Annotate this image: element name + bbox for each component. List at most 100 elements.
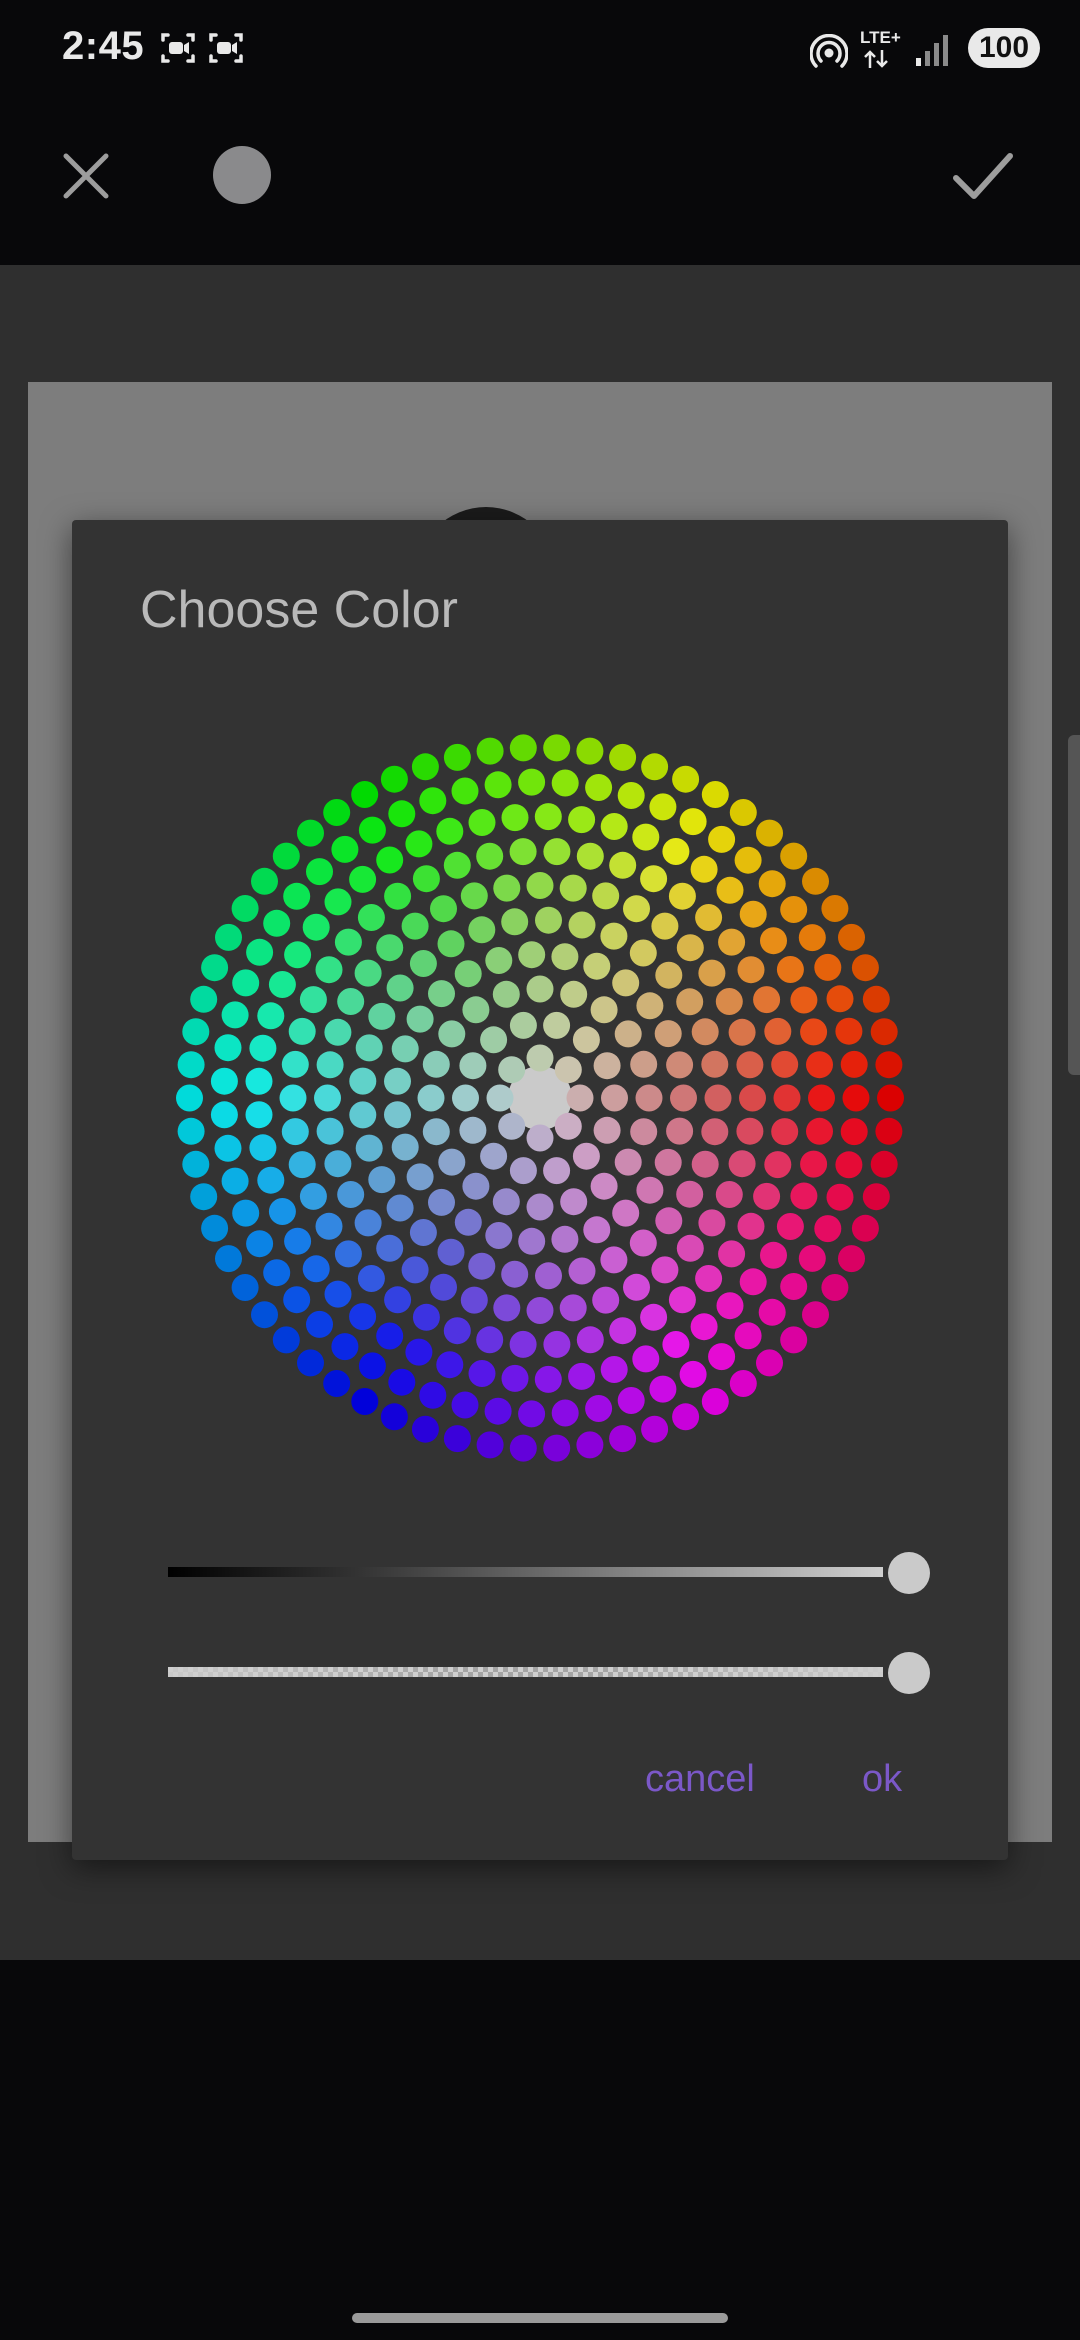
color-wheel[interactable] [152, 710, 928, 1486]
color-wheel-dot[interactable] [509, 1330, 537, 1358]
color-wheel-dot[interactable] [386, 974, 414, 1002]
color-wheel-dot[interactable] [593, 1116, 621, 1144]
color-wheel-dot[interactable] [316, 1051, 344, 1079]
color-wheel-dot[interactable] [649, 793, 677, 821]
color-wheel-dot[interactable] [201, 1214, 229, 1242]
color-wheel-dot[interactable] [409, 1219, 437, 1246]
color-wheel-dot[interactable] [409, 950, 437, 977]
color-wheel-dot[interactable] [272, 842, 300, 870]
color-wheel-dot[interactable] [676, 1180, 704, 1208]
color-wheel-dot[interactable] [543, 1434, 571, 1462]
color-wheel-dot[interactable] [756, 819, 783, 847]
color-wheel-dot[interactable] [299, 986, 327, 1014]
color-wheel-dot[interactable] [215, 923, 242, 951]
color-wheel-dot[interactable] [419, 787, 447, 815]
color-wheel-dot[interactable] [354, 959, 382, 987]
color-wheel-dot[interactable] [534, 803, 562, 831]
color-wheel-dot[interactable] [655, 961, 683, 989]
color-wheel-dot[interactable] [501, 1260, 529, 1288]
color-wheel-dot[interactable] [875, 1117, 903, 1145]
color-wheel-dot[interactable] [443, 1317, 471, 1345]
color-wheel-dot[interactable] [492, 1188, 520, 1216]
color-wheel-dot[interactable] [315, 956, 343, 984]
color-wheel-dot[interactable] [704, 1084, 732, 1112]
color-wheel-dot[interactable] [654, 1020, 682, 1048]
color-wheel-dot[interactable] [629, 939, 657, 967]
color-wheel-dot[interactable] [210, 1101, 238, 1129]
color-wheel-dot[interactable] [676, 1234, 704, 1262]
color-wheel-dot[interactable] [559, 874, 587, 902]
color-wheel-dot[interactable] [568, 1257, 596, 1285]
color-wheel-dot[interactable] [632, 823, 660, 851]
color-wheel-dot[interactable] [501, 1364, 529, 1392]
color-wheel-dot[interactable] [734, 846, 762, 874]
color-wheel-dot[interactable] [246, 938, 274, 966]
color-wheel-dot[interactable] [246, 1230, 274, 1258]
color-wheel-dot[interactable] [288, 1151, 316, 1179]
color-wheel-dot[interactable] [214, 1034, 242, 1062]
color-wheel-dot[interactable] [355, 1034, 383, 1062]
color-wheel-dot[interactable] [764, 1151, 792, 1179]
color-wheel-dot[interactable] [249, 1134, 277, 1162]
color-wheel-dot[interactable] [501, 908, 529, 936]
color-wheel-dot[interactable] [583, 1216, 611, 1244]
color-wheel-dot[interactable] [609, 851, 637, 879]
color-wheel-dot[interactable] [662, 838, 690, 865]
color-wheel-dot[interactable] [182, 1018, 210, 1046]
color-wheel-dot[interactable] [201, 954, 229, 982]
color-wheel-dot[interactable] [838, 1245, 865, 1273]
color-wheel-dot[interactable] [460, 882, 488, 910]
color-wheel-dot[interactable] [635, 1084, 663, 1112]
color-wheel-dot[interactable] [430, 895, 457, 923]
color-wheel-dot[interactable] [551, 1225, 579, 1253]
color-wheel-dot[interactable] [668, 882, 696, 910]
color-wheel-dot[interactable] [460, 1286, 488, 1314]
color-wheel-dot[interactable] [800, 1150, 828, 1178]
color-wheel-dot[interactable] [476, 1431, 504, 1459]
color-wheel-dot[interactable] [758, 870, 786, 898]
color-wheel-dot[interactable] [358, 816, 386, 844]
color-wheel-dot[interactable] [623, 895, 650, 923]
color-wheel-dot[interactable] [480, 1142, 508, 1170]
color-wheel-dot[interactable] [802, 1301, 829, 1329]
color-wheel-dot[interactable] [268, 1198, 296, 1225]
color-wheel-dot[interactable] [701, 1050, 729, 1078]
color-wheel-dot[interactable] [484, 771, 512, 799]
color-wheel-dot[interactable] [182, 1150, 210, 1178]
color-wheel-dot[interactable] [739, 1084, 766, 1112]
alpha-slider[interactable] [168, 1652, 930, 1694]
color-wheel-dot[interactable] [701, 1388, 729, 1415]
color-wheel-dot[interactable] [302, 1255, 330, 1283]
color-wheel-dot[interactable] [838, 923, 865, 951]
color-wheel-dot[interactable] [215, 1245, 242, 1273]
color-wheel-dot[interactable] [835, 1017, 863, 1045]
color-wheel-dot[interactable] [568, 806, 596, 834]
color-wheel-dot[interactable] [776, 1213, 804, 1240]
color-wheel-dot[interactable] [737, 956, 765, 984]
color-wheel-dot[interactable] [428, 1188, 455, 1216]
color-wheel-dot[interactable] [543, 1330, 571, 1358]
color-wheel-dot[interactable] [190, 985, 218, 1013]
color-wheel-dot[interactable] [655, 1207, 683, 1235]
color-wheel-dot[interactable] [690, 855, 718, 883]
color-wheel-dot[interactable] [210, 1067, 238, 1095]
color-wheel-dot[interactable] [716, 876, 744, 904]
color-wheel-dot[interactable] [771, 1118, 799, 1146]
color-wheel-dot[interactable] [468, 1252, 496, 1280]
color-wheel-dot[interactable] [612, 1199, 640, 1227]
color-wheel-dot[interactable] [176, 1084, 203, 1112]
color-wheel-dot[interactable] [585, 1395, 613, 1422]
color-wheel-dot[interactable] [640, 1303, 668, 1331]
color-wheel-dot[interactable] [368, 1002, 396, 1030]
color-wheel-dot[interactable] [617, 782, 645, 809]
color-wheel-dot[interactable] [272, 1326, 300, 1354]
color-wheel-dot[interactable] [840, 1118, 868, 1146]
color-wheel-dot[interactable] [728, 1150, 756, 1178]
color-wheel-dot[interactable] [629, 1229, 657, 1257]
color-wheel-dot[interactable] [670, 1084, 697, 1112]
color-wheel-dot[interactable] [468, 1360, 496, 1387]
color-wheel-dot[interactable] [701, 781, 729, 808]
color-wheel-dot[interactable] [406, 1163, 434, 1191]
color-wheel-dot[interactable] [842, 1084, 870, 1112]
color-wheel-dot[interactable] [384, 882, 412, 910]
